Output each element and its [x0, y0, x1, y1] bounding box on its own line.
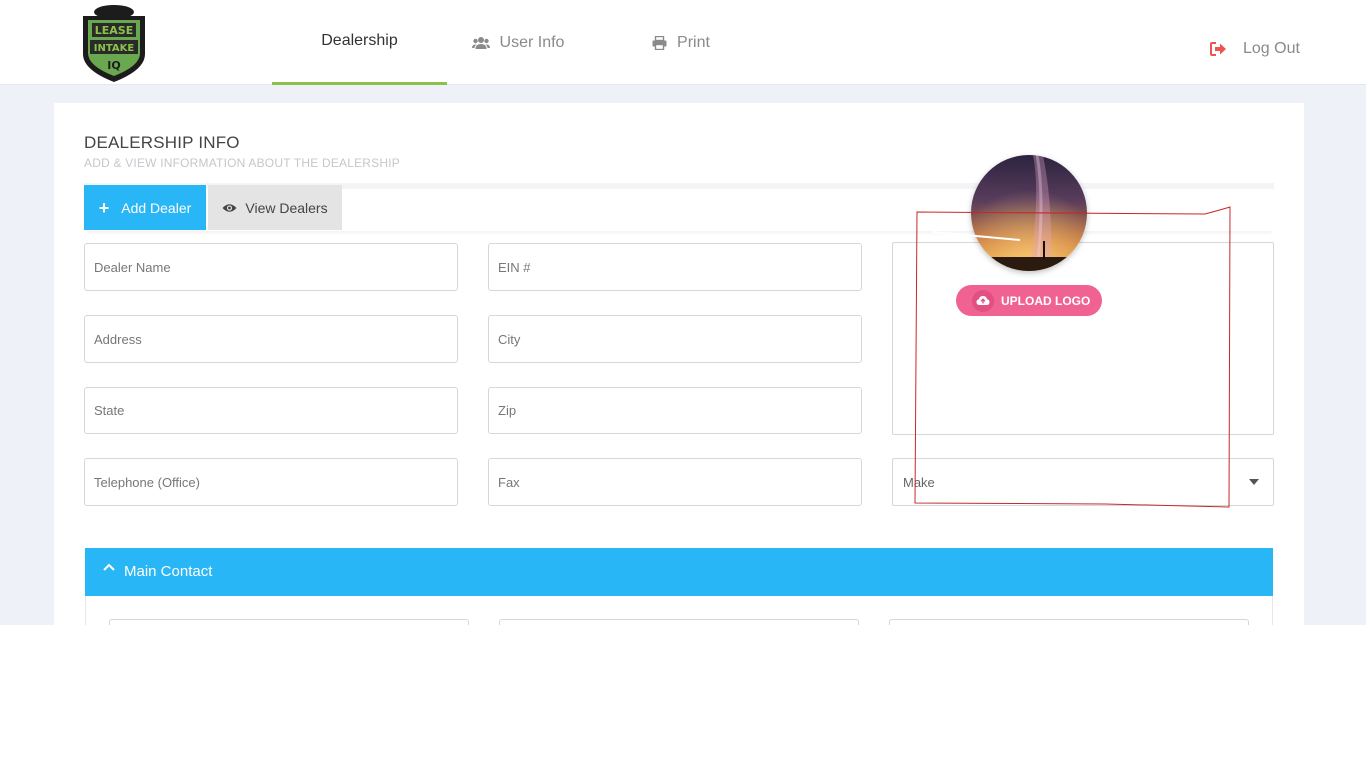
- caret-down-icon: [1249, 479, 1259, 485]
- printer-icon: [652, 35, 667, 50]
- tab-print[interactable]: Print: [636, 0, 726, 85]
- make-select[interactable]: Make: [892, 458, 1274, 506]
- lease-intake-iq-logo[interactable]: LEASE INTAKE IQ: [80, 2, 148, 82]
- eye-icon: [222, 203, 237, 213]
- add-dealer-label: Add Dealer: [121, 199, 192, 216]
- cloud-upload-icon: [972, 289, 994, 312]
- city-input[interactable]: [488, 315, 862, 363]
- section-title: DEALERSHIP INFO: [84, 133, 240, 152]
- logo-upload-panel: [892, 242, 1274, 435]
- dealership-card: DEALERSHIP INFO ADD & VIEW INFORMATION A…: [54, 103, 1304, 625]
- telephone-input[interactable]: [84, 458, 458, 506]
- make-select-value: Make: [903, 474, 935, 490]
- tab-print-label: Print: [677, 33, 710, 51]
- contact-field-partial[interactable]: [889, 619, 1249, 625]
- main-contact-label: Main Contact: [124, 563, 213, 580]
- svg-text:INTAKE: INTAKE: [94, 43, 135, 54]
- contact-field-partial[interactable]: [499, 619, 859, 625]
- sign-out-icon: [1210, 42, 1227, 56]
- fax-input[interactable]: [488, 458, 862, 506]
- chevron-up-icon: [103, 563, 115, 571]
- tab-dealership-label: Dealership: [321, 32, 398, 49]
- svg-text:LEASE: LEASE: [95, 24, 133, 37]
- upload-logo-label: UPLOAD LOGO: [1001, 293, 1091, 308]
- tab-dealership[interactable]: Dealership: [272, 0, 447, 85]
- create-user-checkbox[interactable]: Create User: [1093, 458, 1198, 475]
- tab-user-info-label: User Info: [499, 33, 565, 51]
- users-icon: [471, 36, 490, 50]
- state-input[interactable]: [84, 387, 458, 434]
- contact-field-partial[interactable]: [109, 619, 469, 625]
- zip-input[interactable]: [488, 387, 862, 434]
- tab-user-info[interactable]: User Info: [458, 0, 578, 85]
- upload-logo-button[interactable]: UPLOAD LOGO: [956, 285, 1102, 316]
- section-subtitle: ADD & VIEW INFORMATION ABOUT THE DEALERS…: [84, 156, 400, 170]
- dealer-logo-image: [971, 155, 1087, 271]
- svg-text:IQ: IQ: [107, 59, 120, 72]
- app-viewport: LEASE INTAKE IQ Dealership User Info Pri…: [0, 0, 1366, 625]
- top-navbar: LEASE INTAKE IQ Dealership User Info Pri…: [0, 0, 1366, 85]
- add-dealer-button[interactable]: + Add Dealer: [84, 185, 206, 230]
- address-input[interactable]: [84, 315, 458, 363]
- dealer-name-input[interactable]: [84, 243, 458, 291]
- plus-icon: +: [98, 197, 110, 218]
- view-dealers-button[interactable]: View Dealers: [208, 185, 342, 230]
- ein-input[interactable]: [488, 243, 862, 291]
- create-user-label: Create User: [1117, 458, 1198, 475]
- view-dealers-label: View Dealers: [245, 199, 328, 216]
- logout-label: Log Out: [1243, 40, 1300, 57]
- logout-button[interactable]: Log Out: [1210, 40, 1300, 58]
- main-contact-header[interactable]: Main Contact: [85, 548, 1273, 596]
- checkbox-icon: [1093, 459, 1108, 474]
